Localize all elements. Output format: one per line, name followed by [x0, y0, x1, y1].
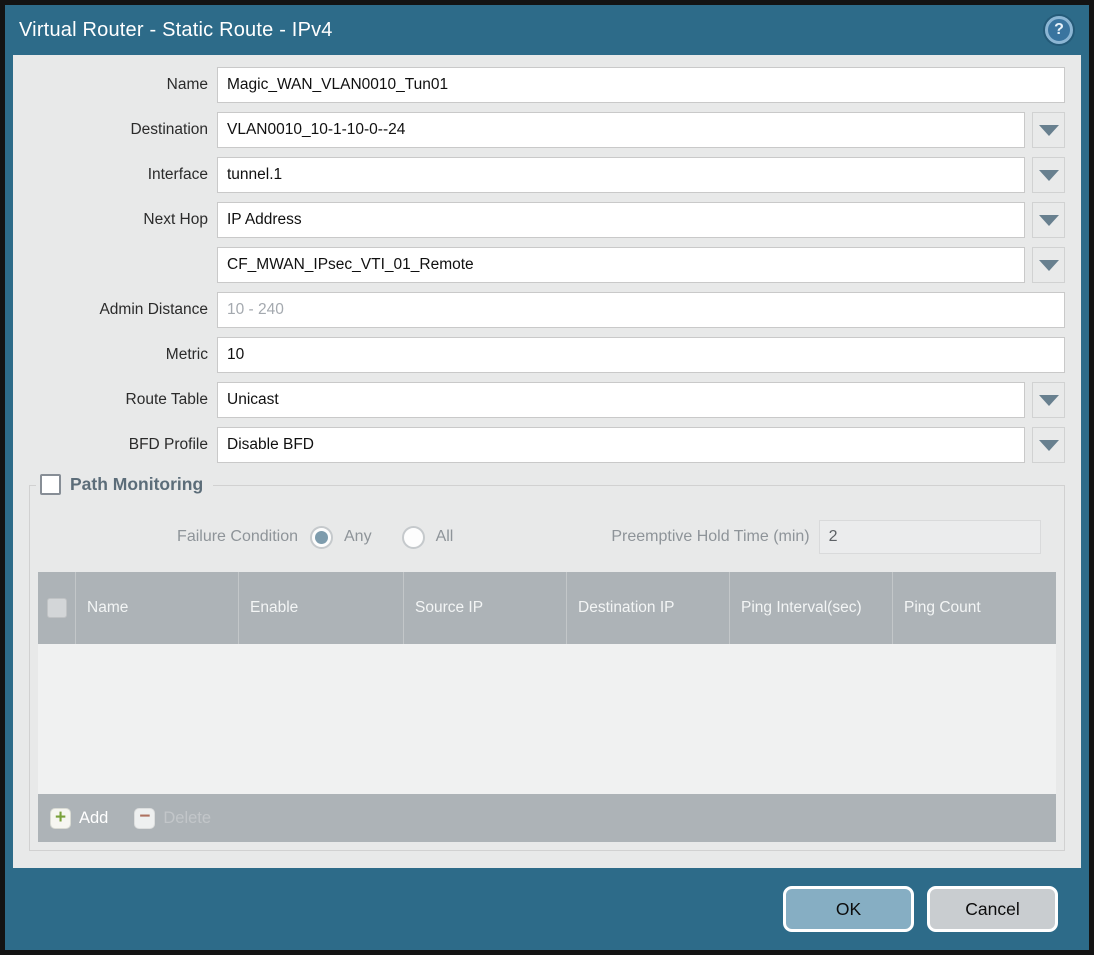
failure-condition-any-label: Any: [344, 528, 372, 545]
path-monitoring-checkbox[interactable]: [40, 474, 61, 495]
next-hop-dropdown-button[interactable]: [1032, 202, 1065, 238]
admin-distance-input[interactable]: [217, 292, 1065, 328]
failure-condition-all-radio[interactable]: [401, 525, 425, 549]
destination-field-wrap: [217, 112, 1065, 148]
path-monitoring-title: Path Monitoring: [70, 474, 204, 494]
dialog-title: Virtual Router - Static Route - IPv4: [19, 18, 333, 41]
route-table-label: Route Table: [125, 391, 208, 408]
destination-input[interactable]: [217, 112, 1025, 148]
table-header-enable[interactable]: Enable: [238, 572, 403, 644]
delete-button[interactable]: − Delete: [134, 807, 212, 829]
form-row-admin-distance: Admin Distance: [29, 292, 1065, 328]
next-hop-address-dropdown-button[interactable]: [1032, 247, 1065, 283]
form-row-name: Name: [29, 67, 1065, 103]
admin-distance-label: Admin Distance: [99, 301, 208, 318]
metric-input[interactable]: [217, 337, 1065, 373]
next-hop-field-wrap: [217, 202, 1065, 238]
failure-condition-label: Failure Condition: [177, 528, 298, 545]
name-label: Name: [166, 76, 208, 93]
route-table-input[interactable]: [217, 382, 1025, 418]
failure-condition-any-radio[interactable]: [310, 525, 333, 549]
interface-field-wrap: [217, 157, 1065, 193]
table-header-select-all-cell: [38, 572, 75, 644]
bfd-profile-input[interactable]: [217, 427, 1025, 463]
static-route-dialog: Virtual Router - Static Route - IPv4 ? N…: [0, 0, 1094, 955]
chevron-down-icon: [1038, 169, 1059, 181]
cancel-button[interactable]: Cancel: [927, 886, 1058, 932]
chevron-down-icon: [1038, 124, 1059, 136]
dialog-footer: OK Cancel: [5, 868, 1089, 950]
form-row-destination: Destination: [29, 112, 1065, 148]
next-hop-label: Next Hop: [143, 211, 208, 228]
route-table-dropdown-button[interactable]: [1032, 382, 1065, 418]
add-button[interactable]: + Add: [50, 807, 109, 829]
dialog-titlebar: Virtual Router - Static Route - IPv4 ?: [5, 5, 1089, 55]
preemptive-hold-time-label: Preemptive Hold Time (min): [611, 528, 810, 545]
table-toolbar: + Add − Delete: [38, 794, 1056, 842]
table-header-ping-count[interactable]: Ping Count: [892, 572, 1056, 644]
destination-label: Destination: [130, 121, 208, 138]
ok-button[interactable]: OK: [783, 886, 914, 932]
metric-label: Metric: [165, 346, 208, 363]
select-all-checkbox[interactable]: [46, 598, 67, 618]
table-header-row: Name Enable Source IP Destination IP Pin…: [38, 572, 1056, 644]
table-header-destination-ip[interactable]: Destination IP: [566, 572, 729, 644]
interface-dropdown-button[interactable]: [1032, 157, 1065, 193]
name-field-wrap: [217, 67, 1065, 103]
form-row-metric: Metric: [29, 337, 1065, 373]
form-row-next-hop-address: [29, 247, 1065, 283]
bfd-profile-label: BFD Profile: [128, 436, 208, 453]
plus-icon: +: [50, 807, 71, 829]
minus-icon: −: [134, 807, 156, 829]
chevron-down-icon: [1038, 259, 1059, 271]
bfd-profile-field-wrap: [217, 427, 1065, 463]
next-hop-address-field-wrap: [217, 247, 1065, 283]
bfd-profile-dropdown-button[interactable]: [1032, 427, 1065, 463]
table-body-empty: [38, 644, 1056, 794]
table-header-ping-interval[interactable]: Ping Interval(sec): [729, 572, 892, 644]
failure-condition-all-label: All: [435, 528, 454, 545]
table-header-source-ip[interactable]: Source IP: [403, 572, 566, 644]
admin-distance-field-wrap: [217, 292, 1065, 328]
chevron-down-icon: [1038, 214, 1059, 226]
dialog-content: Name Destination Interface Next Hop: [13, 55, 1081, 868]
path-monitoring-options-row: Failure Condition Any All Preemptive Hol…: [38, 520, 1056, 554]
form-row-bfd-profile: BFD Profile: [29, 427, 1065, 463]
metric-field-wrap: [217, 337, 1065, 373]
route-table-field-wrap: [217, 382, 1065, 418]
next-hop-address-input[interactable]: [217, 247, 1025, 283]
destination-dropdown-button[interactable]: [1032, 112, 1065, 148]
chevron-down-icon: [1038, 394, 1059, 406]
interface-label: Interface: [147, 166, 208, 183]
form-row-next-hop: Next Hop: [29, 202, 1065, 238]
form-row-route-table: Route Table: [29, 382, 1065, 418]
name-input[interactable]: [217, 67, 1065, 103]
interface-input[interactable]: [217, 157, 1025, 193]
form-row-interface: Interface: [29, 157, 1065, 193]
delete-button-label: Delete: [163, 808, 212, 827]
path-monitoring-legend: Path Monitoring: [36, 472, 214, 497]
next-hop-type-input[interactable]: [217, 202, 1025, 238]
add-button-label: Add: [79, 808, 109, 827]
preemptive-hold-time-input[interactable]: [818, 520, 1041, 554]
chevron-down-icon: [1038, 439, 1059, 451]
table-header-name[interactable]: Name: [75, 572, 238, 644]
help-icon[interactable]: ?: [1045, 16, 1073, 44]
path-monitoring-table: Name Enable Source IP Destination IP Pin…: [38, 572, 1056, 842]
path-monitoring-section: Path Monitoring Failure Condition Any Al…: [29, 472, 1065, 851]
